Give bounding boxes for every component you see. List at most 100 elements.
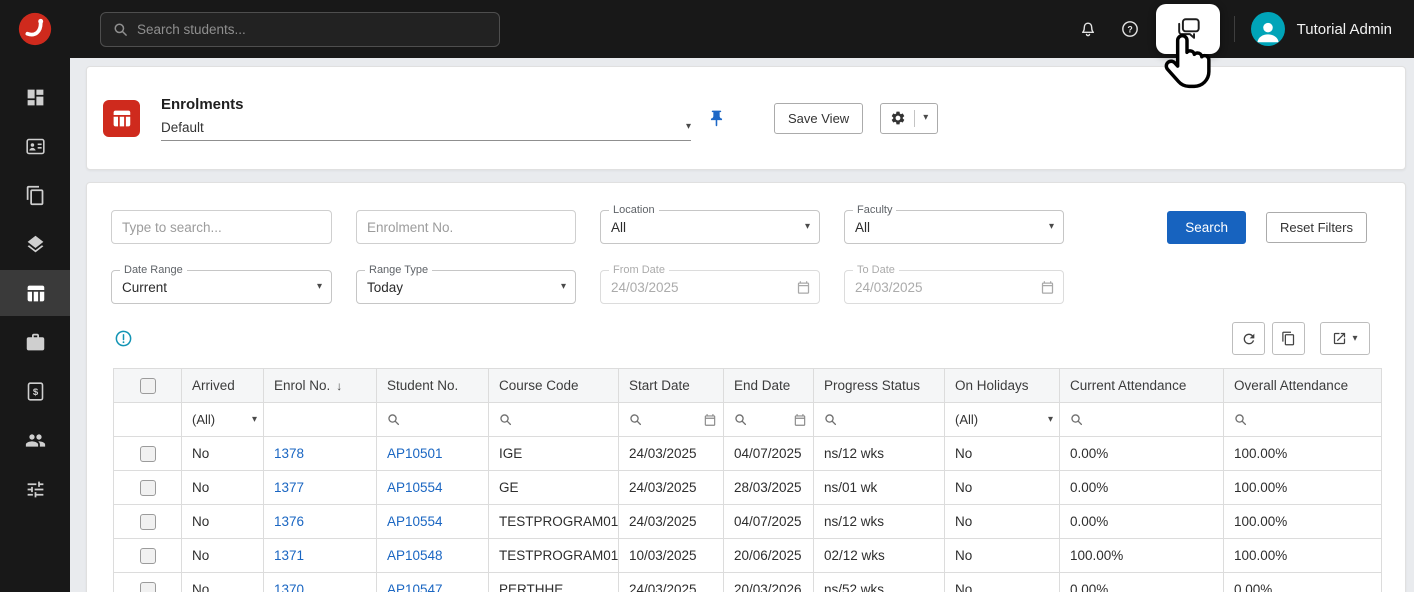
enrol-no-link[interactable]: 1370 [274, 582, 304, 592]
user-avatar[interactable] [1251, 12, 1285, 46]
chevron-down-icon: ▾ [923, 113, 928, 123]
calendar-icon[interactable] [703, 413, 717, 427]
svg-text:?: ? [1127, 24, 1132, 34]
filter-overall-attendance[interactable] [1224, 403, 1382, 437]
student-no-link[interactable]: AP10554 [387, 480, 443, 495]
from-date-field[interactable]: From Date 24/03/2025 [600, 270, 820, 304]
column-header-arrived[interactable]: Arrived [182, 369, 264, 403]
enrol-no-link[interactable]: 1378 [274, 446, 304, 461]
sidebar-nav: $ [0, 74, 70, 512]
global-search-input[interactable] [137, 22, 487, 37]
export-button[interactable]: ▾ [1320, 322, 1370, 355]
column-header-progress-status[interactable]: Progress Status [814, 369, 945, 403]
filter-current-attendance[interactable] [1060, 403, 1224, 437]
date-range-select[interactable]: Date Range Current ▾ [111, 270, 332, 304]
sidebar-item-documents[interactable] [0, 172, 70, 218]
sidebar-item-groups[interactable] [0, 417, 70, 463]
student-no-link[interactable]: AP10501 [387, 446, 443, 461]
filter-enrol-no[interactable] [264, 403, 377, 437]
search-icon [387, 413, 400, 426]
chevron-down-icon: ▾ [1352, 334, 1357, 344]
documents-icon [25, 185, 46, 206]
topbar-right: ? Tutorial Admin [1078, 4, 1414, 54]
sidebar-item-dashboard[interactable] [0, 74, 70, 120]
brand-logo[interactable] [0, 0, 70, 58]
enrolments-table-icon [25, 283, 46, 304]
info-icon [114, 329, 133, 348]
row-checkbox[interactable] [140, 582, 156, 592]
column-header-overall-attendance[interactable]: Overall Attendance [1224, 369, 1382, 403]
refresh-button[interactable] [1232, 322, 1265, 355]
column-header-enrol-no[interactable]: Enrol No.↓ [264, 369, 377, 403]
sidebar-item-settings[interactable] [0, 466, 70, 512]
range-type-select[interactable]: Range Type Today ▾ [356, 270, 576, 304]
column-header-course-code[interactable]: Course Code [489, 369, 619, 403]
filter-student-no[interactable] [377, 403, 489, 437]
chat-button[interactable] [1156, 4, 1220, 54]
global-search[interactable] [100, 12, 500, 47]
enrol-no-link[interactable]: 1377 [274, 480, 304, 495]
copy-button[interactable] [1272, 322, 1305, 355]
filter-start-date[interactable] [619, 403, 724, 437]
button-divider [914, 110, 915, 127]
reset-filters-button[interactable]: Reset Filters [1266, 212, 1367, 243]
filter-actions: Search Reset Filters [1167, 211, 1367, 244]
view-select[interactable]: Default ▾ [161, 120, 691, 141]
info-button[interactable] [114, 329, 133, 348]
column-header-student-no[interactable]: Student No. [377, 369, 489, 403]
sidebar-item-finance[interactable]: $ [0, 368, 70, 414]
row-checkbox[interactable] [140, 548, 156, 564]
row-checkbox[interactable] [140, 480, 156, 496]
student-no-link[interactable]: AP10548 [387, 548, 443, 563]
save-view-button[interactable]: Save View [774, 103, 863, 134]
filter-arrived[interactable]: (All)▾ [182, 403, 264, 437]
keyword-search-input[interactable] [111, 210, 332, 244]
filter-on-holidays[interactable]: (All)▾ [945, 403, 1060, 437]
sidebar-item-courses[interactable] [0, 221, 70, 267]
view-settings-button[interactable]: ▾ [880, 103, 938, 134]
select-all-checkbox[interactable] [140, 378, 156, 394]
faculty-select[interactable]: Faculty All ▾ [844, 210, 1064, 244]
invoice-dollar-icon: $ [25, 381, 46, 402]
search-button[interactable]: Search [1167, 211, 1246, 244]
filter-checkbox-cell [114, 403, 182, 437]
filter-row-2: Date Range Current ▾ Range Type Today ▾ … [111, 270, 1405, 304]
user-name[interactable]: Tutorial Admin [1297, 21, 1392, 38]
to-date-value: 24/03/2025 [855, 280, 923, 295]
column-header-on-holidays[interactable]: On Holidays [945, 369, 1060, 403]
student-no-link[interactable]: AP10547 [387, 582, 443, 592]
column-header-start-date[interactable]: Start Date [619, 369, 724, 403]
chevron-down-icon: ▾ [561, 282, 566, 292]
notifications-button[interactable] [1078, 19, 1098, 39]
student-no-link[interactable]: AP10554 [387, 514, 443, 529]
to-date-field[interactable]: To Date 24/03/2025 [844, 270, 1064, 304]
row-checkbox[interactable] [140, 446, 156, 462]
help-button[interactable]: ? [1120, 19, 1140, 39]
svg-text:$: $ [32, 387, 38, 398]
filter-course-code[interactable] [489, 403, 619, 437]
topbar: ? Tutorial Admin [70, 0, 1414, 58]
range-type-label: Range Type [365, 264, 432, 277]
sidebar: $ [0, 0, 70, 592]
chevron-down-icon: ▾ [805, 222, 810, 232]
view-select-value: Default [161, 120, 204, 135]
pin-view-button[interactable] [707, 109, 726, 128]
sidebar-item-enrolments[interactable] [0, 270, 70, 316]
faculty-label: Faculty [853, 204, 896, 217]
filter-end-date[interactable] [724, 403, 814, 437]
sidebar-item-contacts[interactable] [0, 123, 70, 169]
filter-progress-status[interactable] [814, 403, 945, 437]
calendar-icon [796, 280, 811, 295]
column-header-current-attendance[interactable]: Current Attendance [1060, 369, 1224, 403]
enrol-no-link[interactable]: 1371 [274, 548, 304, 563]
sidebar-item-hr[interactable] [0, 319, 70, 365]
row-checkbox[interactable] [140, 514, 156, 530]
grid-filter-row: (All)▾ (All)▾ [114, 403, 1382, 437]
column-header-end-date[interactable]: End Date [724, 369, 814, 403]
enrol-no-link[interactable]: 1376 [274, 514, 304, 529]
calendar-icon[interactable] [793, 413, 807, 427]
enrolment-no-input[interactable] [356, 210, 576, 244]
pin-icon [707, 109, 726, 128]
search-icon [824, 413, 837, 426]
location-select[interactable]: Location All ▾ [600, 210, 820, 244]
